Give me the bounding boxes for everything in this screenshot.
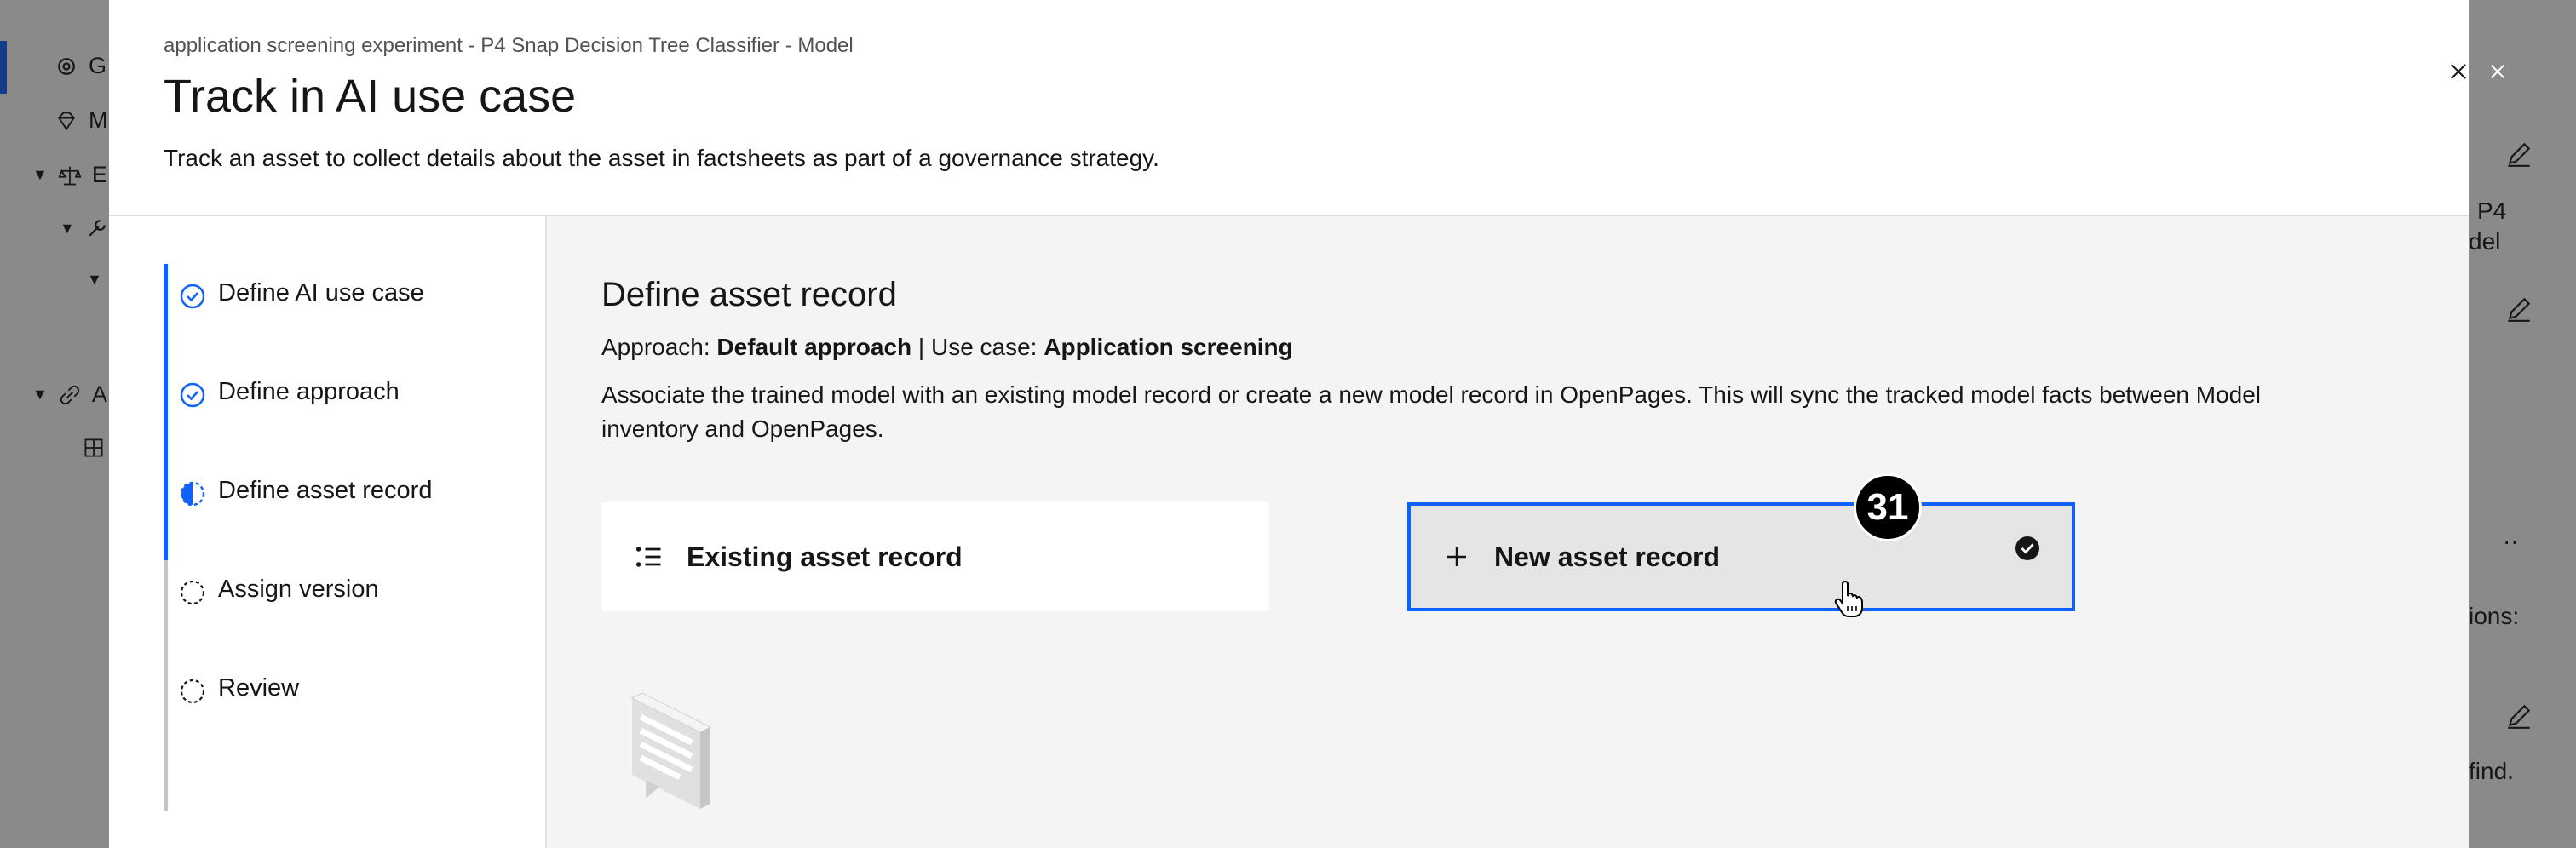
checkmark-outline-icon <box>180 284 205 309</box>
dialog-close-button[interactable] <box>2479 53 2516 90</box>
incomplete-icon <box>180 679 205 704</box>
step-progress-bar <box>164 264 168 363</box>
step-progress-bar <box>164 659 168 758</box>
modal-description: Track an asset to collect details about … <box>164 145 1159 171</box>
list-icon <box>634 541 664 572</box>
hand-pointer-icon <box>1834 581 1863 617</box>
step-progress-bar <box>164 461 168 560</box>
new-asset-record-tile[interactable]: New asset record <box>1407 502 2075 611</box>
step-number-badge: 31 <box>1854 473 1922 541</box>
step-label: Define AI use case <box>218 279 424 307</box>
tile-label: New asset record <box>1494 541 1721 572</box>
step-label: Define asset record <box>218 477 433 504</box>
approach-value: Default approach <box>716 334 912 360</box>
separator: | <box>917 334 925 360</box>
modal-subtitle: application screening experiment - P4 Sn… <box>164 34 854 57</box>
step-label: Review <box>218 674 300 702</box>
step-assign-version[interactable]: Assign version <box>164 560 538 659</box>
checkmark-filled-icon <box>2015 536 2039 560</box>
checkmark-outline-icon <box>180 382 205 408</box>
step-define-asset-record[interactable]: Define asset record <box>164 461 538 560</box>
document-illustration <box>630 692 712 809</box>
use-case-value: Application screening <box>1044 334 1293 360</box>
modal-title: Track in AI use case <box>164 71 577 122</box>
incomplete-icon <box>180 580 205 605</box>
step-review[interactable]: Review <box>164 659 538 758</box>
step-define-ai-use-case[interactable]: Define AI use case <box>164 264 538 363</box>
use-case-label: Use case: <box>930 334 1038 360</box>
step-define-approach[interactable]: Define approach <box>164 363 538 461</box>
tile-label: Existing asset record <box>687 541 963 572</box>
section-title: Define asset record <box>601 276 897 313</box>
association-description: Associate the trained model with an exis… <box>601 381 2262 442</box>
approach-label: Approach: <box>601 334 710 360</box>
add-icon <box>1441 541 1472 572</box>
step-progress-bar <box>164 363 168 461</box>
close-icon <box>2490 64 2505 79</box>
step-label: Assign version <box>218 576 379 603</box>
close-button[interactable] <box>2440 53 2477 90</box>
modal-header: application screening experiment - P4 Sn… <box>109 0 2469 216</box>
incomplete-current-icon <box>180 481 205 507</box>
close-icon <box>2451 64 2466 79</box>
approach-summary: Approach: Default approach | Use case: A… <box>601 334 1293 361</box>
step-progress-bar <box>164 560 168 659</box>
existing-asset-record-tile[interactable]: Existing asset record <box>601 502 1269 611</box>
step-label: Define approach <box>218 378 400 405</box>
define-asset-record-panel: Define asset record Approach: Default ap… <box>547 216 2469 848</box>
progress-indicator: Define AI use case Define approach Defin… <box>109 216 547 848</box>
track-ai-use-case-modal: application screening experiment - P4 Sn… <box>109 0 2469 848</box>
step-progress-tail <box>164 758 168 811</box>
